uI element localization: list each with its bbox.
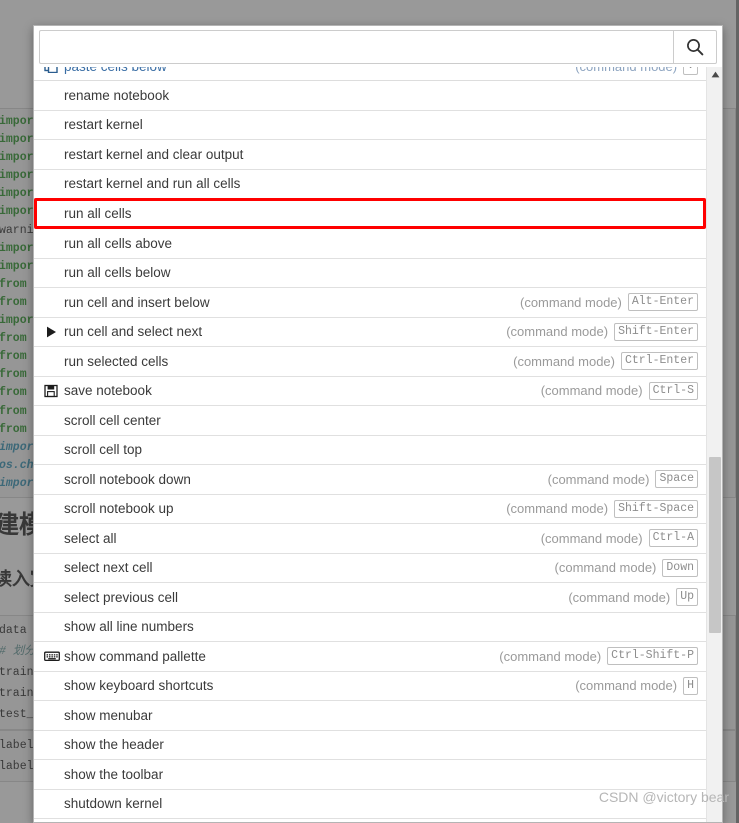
command-item[interactable]: rename notebook (34, 81, 706, 111)
command-item-label: save notebook (64, 383, 152, 398)
command-item[interactable]: scroll notebook down (command mode) Space (34, 465, 706, 495)
command-item[interactable]: show command pallette (command mode) Ctrl-… (34, 642, 706, 672)
command-item-label: scroll notebook up (64, 501, 174, 516)
keyboard-icon (44, 649, 61, 663)
command-item-label: scroll cell top (64, 442, 142, 457)
command-item-label: select previous cell (64, 590, 178, 605)
command-item-label: show command pallette (64, 649, 206, 664)
command-item-shortcut: Alt-Enter (628, 293, 698, 311)
command-item-label: rename notebook (64, 88, 169, 103)
command-item-label: select all (64, 531, 117, 546)
command-item-label: run all cells above (64, 236, 172, 251)
command-item-label: restart kernel and run all cells (64, 176, 240, 191)
command-item-shortcut: Ctrl-A (649, 529, 698, 547)
command-item[interactable]: select previous cell (command mode) Up (34, 583, 706, 613)
command-item-shortcut: Ctrl-Shift-P (607, 647, 698, 665)
command-item-mode: (command mode) (513, 354, 615, 369)
paste-icon (44, 67, 61, 73)
command-item-shortcut: H (683, 677, 698, 695)
command-item-label: restart kernel and clear output (64, 147, 243, 162)
command-item-label: run all cells (64, 206, 132, 221)
command-item-shortcut: Ctrl-S (649, 382, 698, 400)
scrollbar-thumb[interactable] (709, 457, 721, 633)
command-item-label: run all cells below (64, 265, 171, 280)
search-icon (685, 37, 705, 57)
command-item-shortcut: Down (662, 559, 698, 577)
command-item-shortcut: Ctrl-Enter (621, 352, 698, 370)
command-item-mode: (command mode) (506, 501, 608, 516)
command-item-label: run cell and select next (64, 324, 202, 339)
command-item-shortcut: V (683, 67, 698, 75)
command-item[interactable]: select next cell (command mode) Down (34, 554, 706, 584)
search-row (34, 26, 722, 67)
command-item[interactable]: shutdown kernel (34, 790, 706, 820)
command-item-label: show the header (64, 737, 164, 752)
command-item[interactable]: show keyboard shortcuts (command mode) H (34, 672, 706, 702)
list-scrollbar[interactable] (706, 67, 722, 822)
command-list: paste cells below (command mode) Vrename n… (34, 67, 706, 822)
command-item[interactable]: restart kernel (34, 111, 706, 141)
command-item-mode: (command mode) (555, 560, 657, 575)
play-icon (44, 325, 61, 339)
command-item-shortcut: Up (676, 588, 698, 606)
command-item-clipped[interactable]: paste cells below (command mode) V (34, 67, 706, 81)
command-item-label: restart kernel (64, 117, 143, 132)
command-item-label: scroll cell center (64, 413, 161, 428)
command-item[interactable]: show the header (34, 731, 706, 761)
command-item-mode: (command mode) (575, 67, 677, 74)
command-item-label: select next cell (64, 560, 153, 575)
command-item[interactable]: save notebook (command mode) Ctrl-S (34, 377, 706, 407)
command-item-label: run selected cells (64, 354, 168, 369)
command-item[interactable]: restart kernel and clear output (34, 140, 706, 170)
command-item[interactable]: run cell and select next (command mode) Sh… (34, 318, 706, 348)
command-item[interactable]: run selected cells (command mode) Ctrl-Ent… (34, 347, 706, 377)
command-item-shortcut: Shift-Enter (614, 323, 698, 341)
command-item-label: scroll notebook down (64, 472, 191, 487)
command-item-label: run cell and insert below (64, 295, 210, 310)
command-item-shortcut: Space (655, 470, 698, 488)
command-item-label: show menubar (64, 708, 153, 723)
command-item-label: show keyboard shortcuts (64, 678, 213, 693)
command-item[interactable]: show all line numbers (34, 613, 706, 643)
command-item[interactable]: show the toolbar (34, 760, 706, 790)
command-list-wrap: paste cells below (command mode) Vrename n… (34, 67, 722, 822)
command-item-label: show all line numbers (64, 619, 194, 634)
command-item[interactable]: run all cells above (34, 229, 706, 259)
command-item[interactable]: scroll cell top (34, 436, 706, 466)
triangle-up-icon (711, 67, 720, 83)
command-item-mode: (command mode) (548, 472, 650, 487)
command-item[interactable]: run all cells below (34, 259, 706, 289)
command-item[interactable]: restart kernel and run all cells (34, 170, 706, 200)
command-item[interactable]: run cell and insert below (command mode) A… (34, 288, 706, 318)
command-item[interactable]: scroll cell center (34, 406, 706, 436)
command-item-mode: (command mode) (568, 590, 670, 605)
command-item-mode: (command mode) (520, 295, 622, 310)
command-item-selected[interactable]: run all cells (34, 198, 706, 229)
command-item[interactable]: show menubar (34, 701, 706, 731)
command-item-mode: (command mode) (506, 324, 608, 339)
command-item[interactable]: scroll notebook up (command mode) Shift-Sp… (34, 495, 706, 525)
screen: import numpy as npimport pandas as pdimp… (0, 0, 739, 823)
command-item-mode: (command mode) (499, 649, 601, 664)
command-item-mode: (command mode) (575, 678, 677, 693)
search-input[interactable] (39, 30, 673, 64)
scroll-up-button[interactable] (707, 67, 722, 81)
command-item-label: paste cells below (64, 67, 167, 74)
command-item-mode: (command mode) (541, 531, 643, 546)
command-item-label: shutdown kernel (64, 796, 162, 811)
command-item-mode: (command mode) (541, 383, 643, 398)
command-item[interactable]: select all (command mode) Ctrl-A (34, 524, 706, 554)
command-item-shortcut: Shift-Space (614, 500, 698, 518)
command-palette-dialog: paste cells below (command mode) Vrename n… (33, 25, 723, 823)
save-icon (44, 384, 61, 398)
search-button[interactable] (673, 30, 717, 64)
command-item-label: show the toolbar (64, 767, 163, 782)
